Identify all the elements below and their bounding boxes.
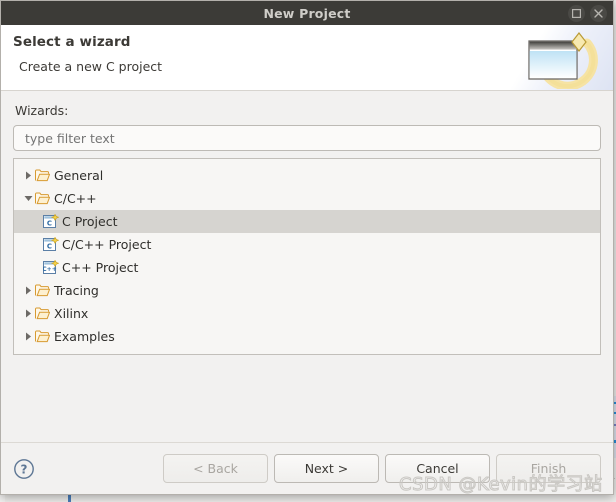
svg-text:C: C <box>47 242 52 250</box>
dialog-title: New Project <box>263 5 351 21</box>
search-input[interactable] <box>23 129 591 147</box>
next-button[interactable]: Next > <box>274 454 379 483</box>
wizard-tree[interactable]: General C/C++ C C Project C C/C++ Projec… <box>13 158 601 355</box>
close-button[interactable] <box>590 4 607 22</box>
chevron-right-icon[interactable] <box>21 286 35 295</box>
tree-item-label: C/C++ <box>54 191 97 206</box>
folder-icon <box>35 307 54 320</box>
svg-text:C: C <box>47 219 52 227</box>
tree-item-label: Tracing <box>54 283 99 298</box>
banner-artwork <box>483 25 613 90</box>
folder-icon <box>35 192 54 205</box>
tree-item-label: C/C++ Project <box>62 237 152 252</box>
tree-item-xilinx[interactable]: Xilinx <box>14 302 600 325</box>
help-icon: ? <box>14 458 34 479</box>
tree-item-cpp-project[interactable]: C++ C++ Project <box>14 256 600 279</box>
tree-item-c-project[interactable]: C C Project <box>14 210 600 233</box>
tree-item-label: Xilinx <box>54 306 89 321</box>
filter-field[interactable] <box>13 125 601 151</box>
dialog-button-row: < Back Next > Cancel Finish <box>163 454 601 483</box>
dialog-titlebar[interactable]: New Project <box>1 1 613 25</box>
chevron-right-icon[interactable] <box>21 309 35 318</box>
folder-icon <box>35 284 54 297</box>
new-project-dialog: New Project Select a wizard Create a new… <box>0 0 614 495</box>
wizard-banner: Select a wizard Create a new C project <box>1 25 613 91</box>
tree-item-label: C++ Project <box>62 260 139 275</box>
wizards-label: Wizards: <box>15 103 69 118</box>
chevron-down-icon[interactable] <box>21 195 35 202</box>
tree-item-c-cpp[interactable]: C/C++ <box>14 187 600 210</box>
background-bottom-tick <box>68 494 71 502</box>
svg-text:?: ? <box>21 462 28 476</box>
tree-item-general[interactable]: General <box>14 164 600 187</box>
chevron-right-icon[interactable] <box>21 332 35 341</box>
c-project-icon: C <box>43 214 62 229</box>
back-button[interactable]: < Back <box>163 454 268 483</box>
new-project-wizard-icon <box>528 32 598 89</box>
tree-item-tracing[interactable]: Tracing <box>14 279 600 302</box>
close-icon <box>594 8 603 18</box>
dialog-body: Wizards: General <box>1 91 613 442</box>
tree-item-label: C Project <box>62 214 118 229</box>
svg-text:C++: C++ <box>43 266 57 273</box>
help-button[interactable]: ? <box>13 458 35 480</box>
tree-item-label: Examples <box>54 329 115 344</box>
tree-item-examples[interactable]: Examples <box>14 325 600 348</box>
maximize-icon <box>572 8 581 18</box>
dialog-footer: ? < Back Next > Cancel Finish <box>1 442 613 494</box>
cancel-button[interactable]: Cancel <box>385 454 490 483</box>
finish-button[interactable]: Finish <box>496 454 601 483</box>
c-project-icon: C <box>43 237 62 252</box>
tree-item-c-cpp-project[interactable]: C C/C++ Project <box>14 233 600 256</box>
folder-icon <box>35 330 54 343</box>
window-controls <box>568 1 607 25</box>
chevron-right-icon[interactable] <box>21 171 35 180</box>
folder-icon <box>35 169 54 182</box>
maximize-button[interactable] <box>568 4 585 22</box>
cpp-project-icon: C++ <box>43 260 62 275</box>
tree-item-label: General <box>54 168 104 183</box>
